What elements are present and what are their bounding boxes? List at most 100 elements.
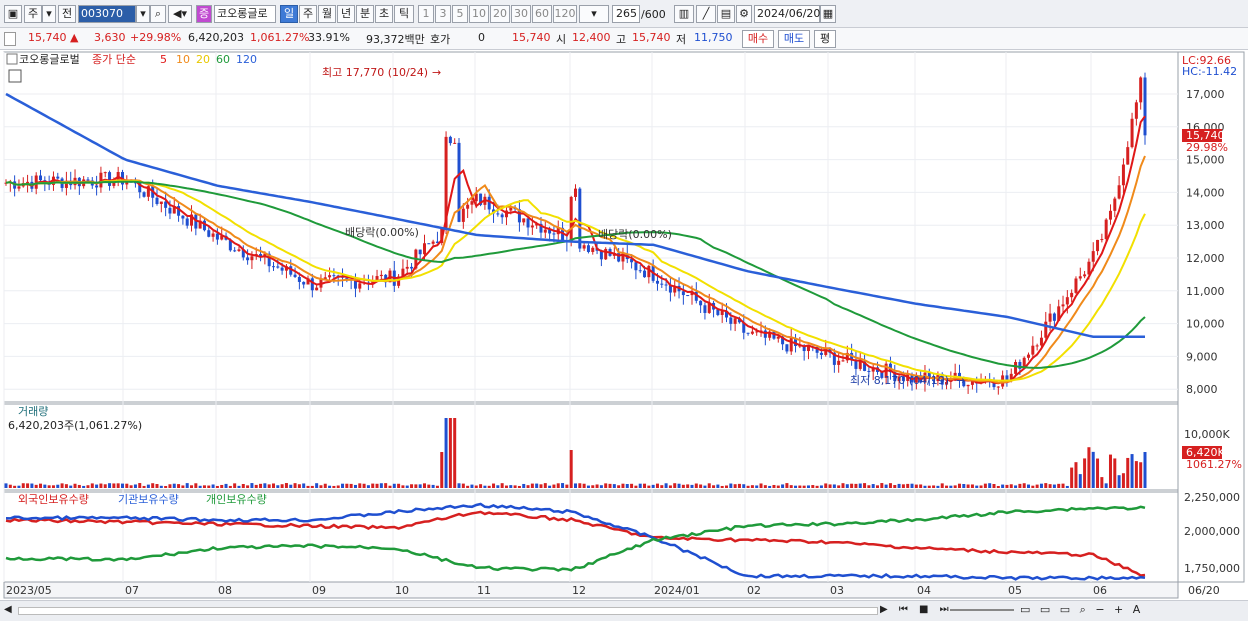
period-day[interactable]: 일 [280, 5, 298, 23]
candle-body [530, 225, 534, 228]
volume-bar [582, 483, 586, 488]
interval-1[interactable]: 1 [418, 5, 434, 23]
market-select[interactable]: 주 [24, 5, 42, 23]
sell-button[interactable]: 매도 [778, 30, 810, 48]
volume-bar [228, 485, 232, 488]
volume-bar [910, 483, 914, 488]
zoom-tools[interactable]: ▭ ▭ ▭ ⌕ − + A [1020, 603, 1143, 617]
holding-panel[interactable] [3, 491, 1179, 583]
interval-60[interactable]: 60 [532, 5, 552, 23]
period-second[interactable]: 초 [375, 5, 393, 23]
calendar-icon[interactable]: ▦ [820, 5, 836, 23]
volume-bar [1005, 484, 1009, 488]
chart-svg[interactable]: 2023/05 07 08 09 10 11 12 2024/01 02 03 04 05 06 06/2… [0, 50, 1248, 600]
volume-bar [133, 484, 137, 488]
checkbox[interactable] [4, 32, 16, 46]
candle-body [405, 266, 409, 269]
prev-button[interactable]: 전 [58, 5, 76, 23]
y-tick-label: 17,000 [1186, 88, 1225, 101]
stock-type-icon[interactable]: 증 [196, 5, 212, 23]
volume-bar [720, 485, 724, 488]
volume-bar [207, 485, 211, 488]
window-icon[interactable]: ▣ [4, 5, 22, 23]
candle-body [448, 136, 452, 144]
period-month[interactable]: 월 [318, 5, 336, 23]
volume-bar [867, 485, 871, 488]
legend-ma60: 60 [216, 53, 230, 66]
candle-body [500, 214, 504, 218]
interval-dropdown[interactable]: ▾ [579, 5, 609, 23]
last-volume-pct: 1061.27% [1186, 458, 1242, 471]
volume-bar [906, 483, 910, 488]
draw-tool-icon[interactable]: ╱ [696, 5, 716, 23]
period-year[interactable]: 년 [337, 5, 355, 23]
y-tick-label: 9,000 [1186, 350, 1218, 363]
panel-icon[interactable] [6, 53, 18, 65]
interval-5[interactable]: 5 [452, 5, 468, 23]
volume-bar [996, 485, 1000, 488]
candle-body [664, 284, 668, 286]
volume-bar [241, 483, 245, 488]
candle-body [703, 305, 707, 313]
speaker-icon[interactable]: ◀▾ [168, 5, 192, 23]
volume-bar [388, 485, 392, 488]
count-input[interactable]: 265 [612, 5, 640, 23]
volume-bar [1070, 467, 1074, 488]
zoom-slider[interactable] [950, 609, 1014, 611]
volume-bar [574, 483, 577, 488]
volume-bar [353, 484, 357, 488]
save-icon[interactable]: ▤ [717, 5, 735, 23]
candle-icon[interactable]: ▥ [674, 5, 694, 23]
volume-bar [763, 485, 767, 488]
chart-area[interactable]: 2023/05 07 08 09 10 11 12 2024/01 02 03 04 05 06 06/2… [0, 50, 1248, 600]
search-icon[interactable]: ⌕ [150, 5, 166, 23]
volume-bar [1014, 485, 1018, 488]
volume-bar [647, 485, 651, 488]
volume-bar [694, 483, 698, 488]
interval-10[interactable]: 10 [469, 5, 489, 23]
code-input[interactable]: 003070 [78, 5, 136, 23]
volume-bar [414, 484, 418, 488]
candle-body [246, 257, 250, 261]
interval-120[interactable]: 120 [553, 5, 577, 23]
grid-toggle-icon[interactable] [8, 69, 22, 83]
candle-body [858, 361, 862, 369]
period-minute[interactable]: 분 [356, 5, 374, 23]
buy-button[interactable]: 매수 [742, 30, 774, 48]
eval-button[interactable]: 평 [814, 30, 836, 48]
volume-bar [39, 483, 43, 488]
volume-bar [612, 484, 616, 488]
volume-bar [168, 484, 172, 488]
x-tick-label: 2024/01 [654, 584, 700, 597]
legend-ma5: 5 [160, 53, 167, 66]
chevron-down-icon[interactable]: ▾ [136, 5, 150, 23]
candle-body [1031, 345, 1035, 355]
arrow-icon: → [956, 374, 965, 387]
volume-bar [194, 483, 198, 488]
interval-30[interactable]: 30 [511, 5, 531, 23]
interval-3[interactable]: 3 [435, 5, 451, 23]
scrollbar[interactable] [18, 607, 878, 615]
volume-bar [690, 484, 694, 488]
candle-body [1134, 102, 1138, 119]
date-input[interactable]: 2024/06/20 [754, 5, 820, 23]
volume-bar [789, 485, 793, 488]
gear-icon[interactable]: ⚙ [736, 5, 752, 23]
candle-body [181, 215, 185, 219]
candle-body [328, 275, 332, 278]
volume-panel[interactable] [3, 403, 1179, 491]
volume-bar [1091, 451, 1095, 488]
holding-y-tick: 1,750,000 [1184, 562, 1240, 575]
period-tick[interactable]: 틱 [394, 5, 414, 23]
candle-body [95, 185, 99, 188]
volume-bar [293, 483, 297, 488]
scroll-left-icon[interactable]: ◀ [4, 604, 12, 615]
period-week[interactable]: 주 [299, 5, 317, 23]
volume-bar [509, 485, 513, 488]
playback-controls[interactable]: ▶ ⏮ ■ ⏭ [880, 604, 953, 615]
volume-bar [332, 485, 336, 488]
chevron-down-icon[interactable]: ▾ [42, 5, 56, 23]
annotation-dividend-2: 배당락(0.00%) [598, 228, 672, 241]
interval-20[interactable]: 20 [490, 5, 510, 23]
volume-bar [297, 484, 301, 488]
